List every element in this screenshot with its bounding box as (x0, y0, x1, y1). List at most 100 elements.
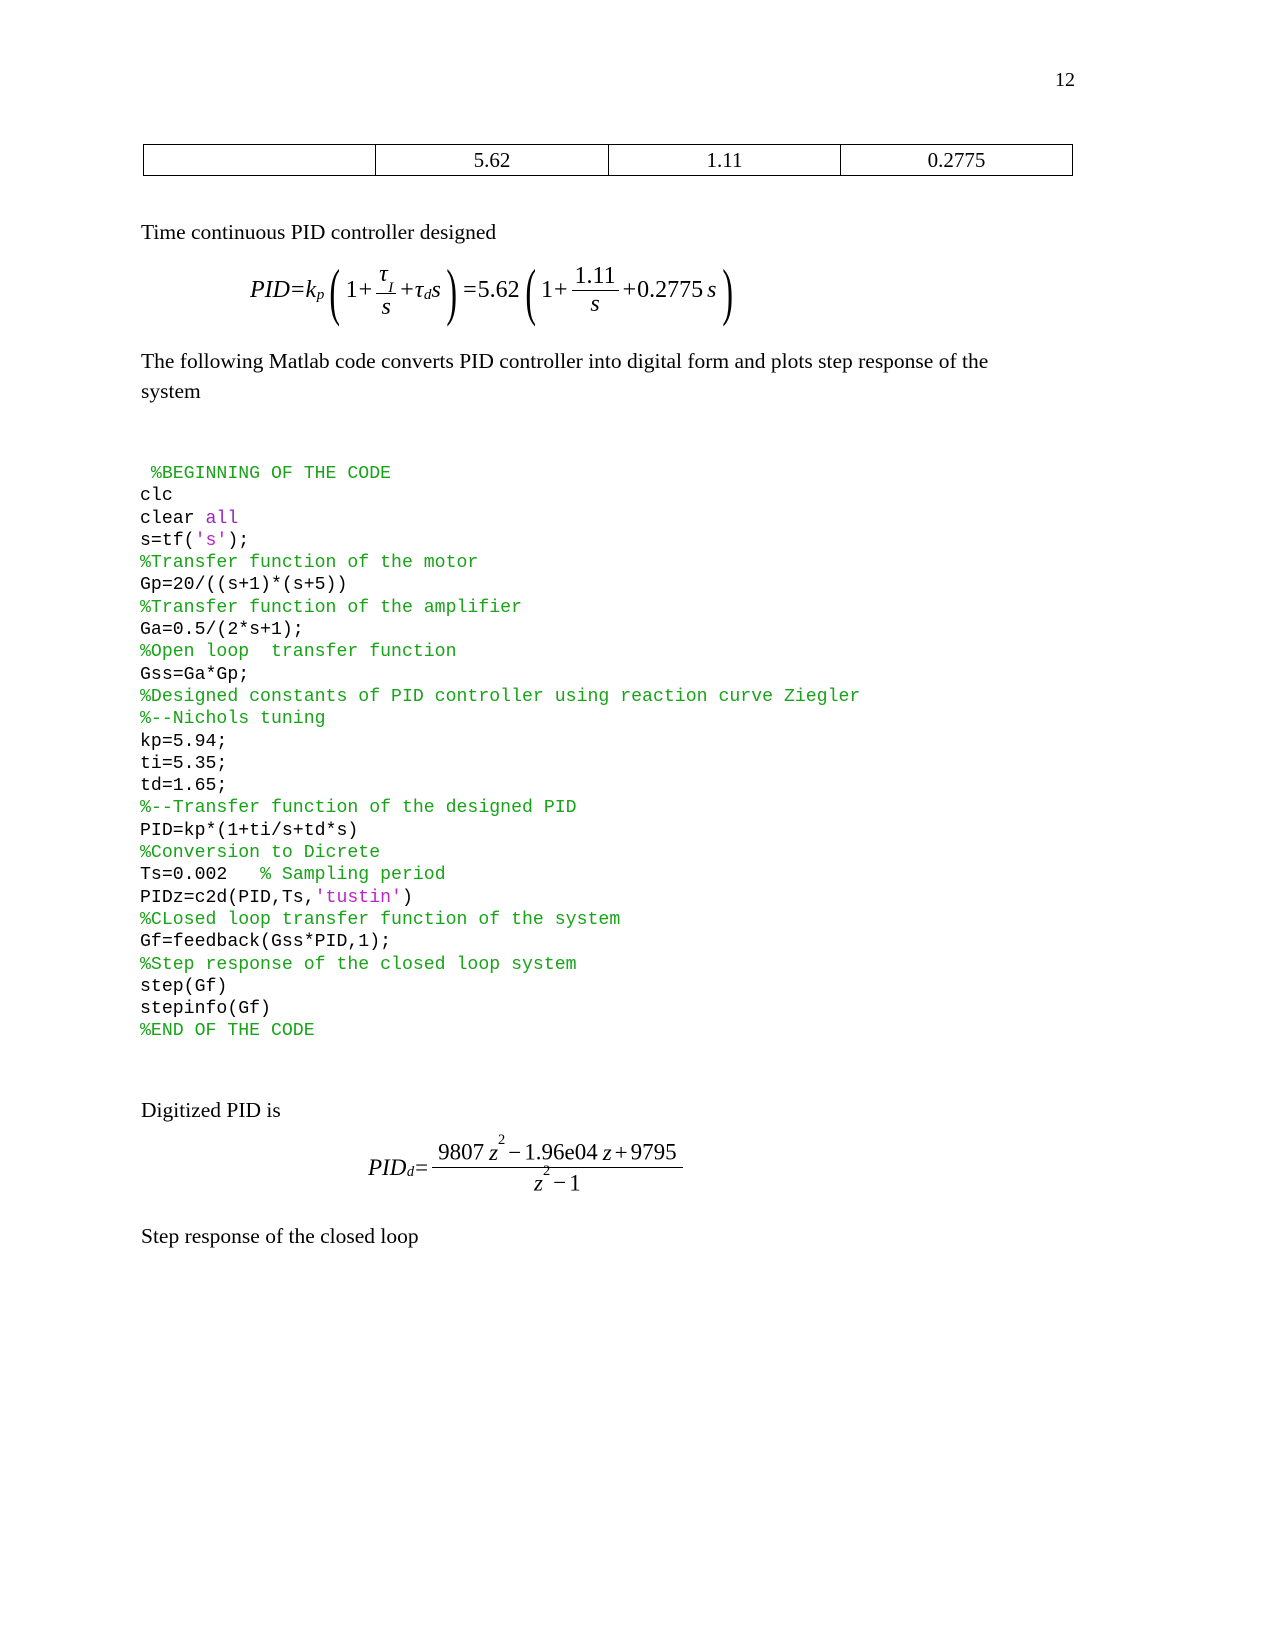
code-line: %--Transfer function of the designed PID (140, 797, 860, 819)
matlab-code-block: %BEGINNING OF THE CODE clc clear all s=tf('… (140, 463, 860, 1043)
code-token-keyword: all (205, 508, 239, 529)
code-token-comment: %Designed constants of PID controller us… (140, 686, 861, 707)
code-token-comment: %Step response of the closed loop system (140, 954, 577, 975)
eq-fraction-denominator-2: s (571, 290, 619, 317)
eq2-num-coef-c: 9795 (630, 1139, 677, 1165)
code-line: %Open loop transfer function (140, 641, 860, 663)
code-token-comment: %Transfer function of the amplifier (140, 597, 522, 618)
eq-tau-d-symbol: τ (414, 277, 424, 304)
eq2-num-coef-a: 9807 (438, 1139, 485, 1165)
eq2-denominator: z2−1 (432, 1164, 683, 1196)
code-token-comment: %BEGINNING OF THE CODE (140, 464, 392, 484)
code-line: %Transfer function of the motor (140, 552, 860, 574)
code-token-plain: step(Gf) (140, 976, 228, 997)
code-line: %--Nichols tuning (140, 708, 860, 730)
code-token-comment: %--Transfer function of the designed PID (140, 798, 577, 819)
eq-gain: k (305, 277, 317, 304)
eq2-num-coef-b: 1.96e04 (524, 1139, 598, 1165)
eq-plus-1b: + (400, 277, 414, 304)
eq-fraction-111-over-s: 1.11 s (571, 263, 619, 317)
code-line: ti=5.35; (140, 753, 860, 775)
code-token-plain: PIDz=c2d(PID,Ts, (140, 887, 315, 908)
code-token-plain: Gf=feedback(Gss*PID,1); (140, 932, 392, 953)
eq-tau-symbol: τ (379, 261, 388, 287)
code-line: PID=kp*(1+ti/s+td*s) (140, 820, 860, 842)
eq-paren-open-1: ( (329, 256, 341, 328)
code-token-string: 'tustin' (314, 887, 402, 908)
code-line: step(Gf) (140, 976, 860, 998)
eq-s-variable-1: s (431, 277, 441, 304)
eq-tau-d-subscript: d (423, 287, 432, 304)
eq-fraction-tau-i-over-s: τI s (376, 261, 397, 320)
code-token-plain: clear (140, 508, 206, 529)
code-token-plain: Gp=20/((s+1)*(s+5)) (140, 575, 348, 596)
code-line: kp=5.94; (140, 731, 860, 753)
eq-td-value: 0.2775 (637, 277, 704, 304)
code-token-string: 's' (194, 530, 228, 551)
paragraph-step-response: Step response of the closed loop (141, 1224, 419, 1248)
eq-fraction-numerator-2: 1.11 (574, 263, 616, 290)
code-token-plain: s=tf( (140, 530, 195, 551)
eq2-lhs-subscript: d (406, 1164, 415, 1181)
eq-lhs: PID (250, 277, 290, 304)
eq-kp-value: 5.62 (477, 277, 520, 304)
code-line: Ga=0.5/(2*s+1); (140, 619, 860, 641)
code-token-plain: ) (401, 887, 413, 908)
code-token-plain: stepinfo(Gf) (140, 999, 271, 1020)
code-line: %END OF THE CODE (140, 1020, 860, 1042)
eq-gain-subscript: p (316, 287, 325, 304)
code-token-comment: % Sampling period (249, 865, 446, 886)
eq2-den-exponent: 2 (542, 1163, 551, 1180)
table-cell-ti: 1.11 (608, 144, 841, 176)
document-page: 12 5.62 1.11 0.2775 Time continuous PID … (0, 0, 1275, 1651)
code-line: td=1.65; (140, 775, 860, 797)
eq2-den-z: z (534, 1170, 543, 1196)
code-token-comment: %Transfer function of the motor (140, 553, 479, 574)
code-token-comment: %CLosed loop transfer function of the sy… (140, 909, 621, 930)
eq2-num-z1-exponent: 2 (498, 1132, 506, 1149)
paragraph-matlab-intro: The following Matlab code converts PID c… (141, 349, 989, 403)
code-line: %Transfer function of the amplifier (140, 597, 860, 619)
code-token-plain: clc (140, 486, 173, 507)
code-line: clear all (140, 508, 860, 530)
eq2-numerator: 9807 z2−1.96e04 z +9795 (432, 1133, 683, 1167)
eq2-fraction: 9807 z2−1.96e04 z +9795 z2−1 (432, 1133, 683, 1196)
equation-pid-continuous: PID = kp ( 1 + τI s + τd s ) = 5.62 ( 1 … (250, 256, 738, 328)
code-line: Gp=20/((s+1)*(s+5)) (140, 574, 860, 596)
code-token-plain: Ts=0.002 (140, 865, 250, 886)
code-token-plain: Gss=Ga*Gp; (140, 664, 250, 685)
eq-term-one-2: 1 (540, 277, 553, 304)
eq-paren-close-2: ) (721, 256, 733, 328)
eq2-num-z2: z (602, 1139, 612, 1165)
table-cell-label (143, 144, 376, 176)
code-token-plain: kp=5.94; (140, 731, 228, 752)
page-number: 12 (1055, 69, 1075, 91)
eq-plus-2a: + (553, 277, 568, 304)
eq2-den-minus: − (553, 1170, 567, 1196)
parameters-table: 5.62 1.11 0.2775 (143, 144, 1073, 176)
code-token-comment: %END OF THE CODE (140, 1021, 315, 1042)
eq2-num-plus: + (614, 1139, 628, 1165)
eq2-den-one: 1 (569, 1170, 581, 1196)
code-line: %Designed constants of PID controller us… (140, 686, 860, 708)
code-line: PIDz=c2d(PID,Ts,'tustin') (140, 887, 860, 909)
eq-paren-close-1: ) (446, 256, 457, 328)
eq-s-variable-2: s (707, 277, 717, 304)
eq-plus-2b: + (622, 277, 637, 304)
eq2-num-z1: z (489, 1139, 499, 1165)
eq-fraction-numerator: τI (376, 261, 396, 295)
eq-plus-1a: + (358, 277, 373, 304)
code-token-plain: ); (227, 530, 250, 551)
code-line: %Conversion to Dicrete (140, 842, 860, 864)
eq-fraction-denominator: s (376, 292, 397, 320)
code-token-plain: td=1.65; (140, 776, 228, 797)
code-line: Ts=0.002 % Sampling period (140, 864, 860, 886)
eq2-num-minus: − (508, 1139, 522, 1165)
eq-term-one-1: 1 (345, 277, 358, 304)
table-row: 5.62 1.11 0.2775 (143, 144, 1073, 176)
code-token-plain: ti=5.35; (140, 753, 228, 774)
code-token-plain: PID=kp*(1+ti/s+td*s) (140, 820, 359, 841)
eq2-equals: = (415, 1154, 429, 1180)
table-cell-td: 0.2775 (840, 144, 1073, 176)
eq-equals-1: = (290, 277, 305, 304)
